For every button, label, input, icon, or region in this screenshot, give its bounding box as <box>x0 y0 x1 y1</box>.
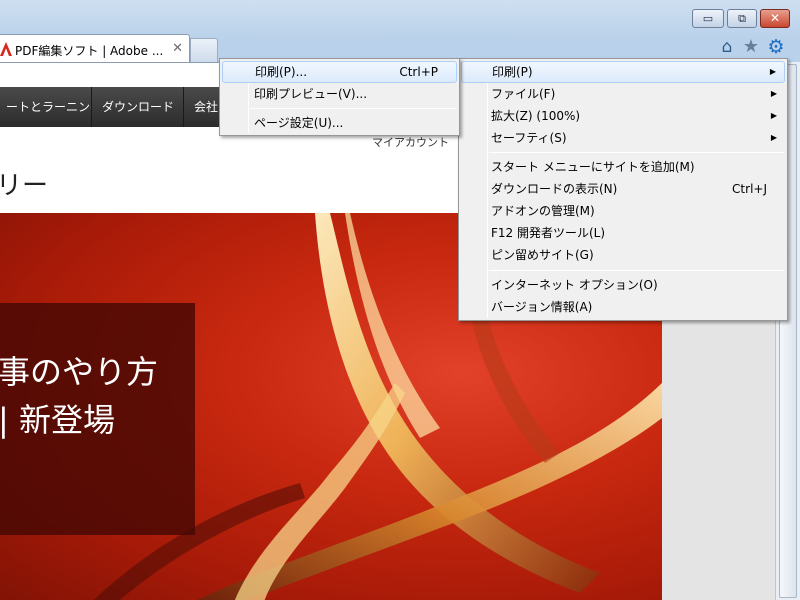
menu-item-label: F12 開発者ツール(L) <box>491 226 606 240</box>
menu-item-shortcut: Ctrl+J <box>732 182 767 196</box>
menu-separator <box>489 152 784 153</box>
close-window-button[interactable]: ✕ <box>760 9 790 28</box>
tab-title: PDF編集ソフト | Adobe ... <box>15 44 164 58</box>
menu-item-file[interactable]: ファイル(F) ▶ <box>461 83 785 105</box>
hero-line-1: 事のやり方 <box>0 353 159 391</box>
menu-item-label: セーフティ(S) <box>491 131 567 145</box>
browser-window: ▭ ⧉ ✕ PDF編集ソフト | Adobe ... ✕ ⌂ ★ ⚙ ートとラー… <box>0 0 800 600</box>
tab-close-button[interactable]: ✕ <box>172 41 183 56</box>
menu-item-label: 拡大(Z) (100%) <box>491 109 581 123</box>
menu-item-label: 印刷(P)... <box>255 65 308 79</box>
side-panel <box>662 321 775 600</box>
menu-item-shortcut: Ctrl+P <box>399 65 438 79</box>
my-account-link[interactable]: マイアカウント フ <box>372 134 471 150</box>
menu-item-label: バージョン情報(A) <box>491 300 593 314</box>
submenu-item-print[interactable]: 印刷(P)... Ctrl+P <box>222 61 457 83</box>
menu-item-internet-options[interactable]: インターネット オプション(O) <box>461 274 785 296</box>
menu-item-label: ピン留めサイト(G) <box>491 248 594 262</box>
menu-item-pinned-sites[interactable]: ピン留めサイト(G) <box>461 244 785 266</box>
nav-item-download[interactable]: ダウンロード <box>92 87 184 127</box>
nav-item-learning[interactable]: ートとラーニング <box>0 87 92 127</box>
menu-item-label: ダウンロードの表示(N) <box>491 182 618 196</box>
submenu-arrow-icon: ▶ <box>769 67 776 76</box>
menu-item-zoom[interactable]: 拡大(Z) (100%) ▶ <box>461 105 785 127</box>
hero-line-2: | 新登場 <box>0 401 115 439</box>
menu-item-label: アドオンの管理(M) <box>491 204 595 218</box>
menu-item-label: インターネット オプション(O) <box>491 278 658 292</box>
page-heading: リー <box>0 171 49 201</box>
hero-caption-panel: 事のやり方 | 新登場 <box>0 303 195 535</box>
tools-menu: 印刷(P) ▶ ファイル(F) ▶ 拡大(Z) (100%) ▶ セーフティ(S… <box>458 58 788 321</box>
menu-item-label: スタート メニューにサイトを追加(M) <box>491 160 695 174</box>
minimize-button[interactable]: ▭ <box>692 9 724 28</box>
print-submenu: 印刷(P)... Ctrl+P 印刷プレビュー(V)... ページ設定(U)..… <box>219 58 460 136</box>
adobe-icon <box>0 42 12 56</box>
menu-item-about[interactable]: バージョン情報(A) <box>461 296 785 318</box>
title-bar: ▭ ⧉ ✕ <box>0 0 800 32</box>
close-icon: ✕ <box>769 11 781 25</box>
minimize-icon: ▭ <box>702 12 714 25</box>
menu-item-label: 印刷(P) <box>492 65 533 79</box>
menu-item-dev-tools[interactable]: F12 開発者ツール(L) <box>461 222 785 244</box>
maximize-button[interactable]: ⧉ <box>727 9 757 28</box>
menu-item-manage-addons[interactable]: アドオンの管理(M) <box>461 200 785 222</box>
menu-item-view-downloads[interactable]: ダウンロードの表示(N) Ctrl+J <box>461 178 785 200</box>
home-icon[interactable]: ⌂ <box>717 37 737 57</box>
restore-icon: ⧉ <box>738 12 746 25</box>
menu-item-safety[interactable]: セーフティ(S) ▶ <box>461 127 785 149</box>
menu-separator <box>489 270 784 271</box>
tools-gear-icon[interactable]: ⚙ <box>766 37 786 57</box>
submenu-arrow-icon: ▶ <box>770 133 777 142</box>
submenu-item-print-preview[interactable]: 印刷プレビュー(V)... <box>222 83 457 105</box>
new-tab-button[interactable] <box>190 38 218 62</box>
menu-item-print[interactable]: 印刷(P) ▶ <box>461 61 785 83</box>
submenu-arrow-icon: ▶ <box>770 89 777 98</box>
tab-adobe[interactable]: PDF編集ソフト | Adobe ... ✕ <box>0 34 190 62</box>
menu-item-add-to-start[interactable]: スタート メニューにサイトを追加(M) <box>461 156 785 178</box>
favorites-star-icon[interactable]: ★ <box>741 37 761 57</box>
menu-item-label: ページ設定(U)... <box>254 116 344 130</box>
menu-separator <box>250 108 456 109</box>
submenu-item-page-setup[interactable]: ページ設定(U)... <box>222 112 457 134</box>
submenu-arrow-icon: ▶ <box>770 111 777 120</box>
site-nav: ートとラーニング ダウンロード 会社 <box>0 87 230 127</box>
menu-item-label: ファイル(F) <box>491 87 556 101</box>
menu-item-label: 印刷プレビュー(V)... <box>254 87 368 101</box>
